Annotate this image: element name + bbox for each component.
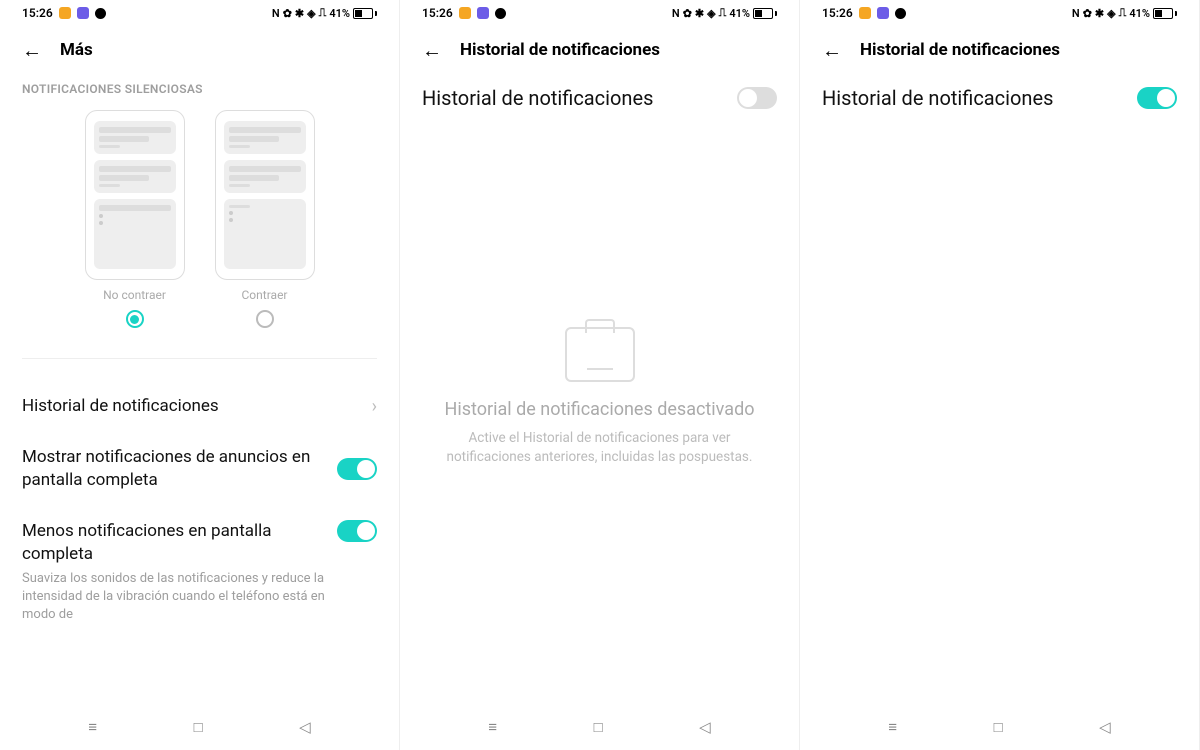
screen-history-off: 15:26 N ✿ ✱ ◈ ⎍ 41% ← Historial de notif… [400, 0, 800, 750]
status-time: 15:26 [22, 6, 53, 20]
inbox-empty-icon [565, 327, 635, 382]
status-bar: 15:26 N ✿ ✱ ◈ ⎍ 41% [822, 0, 1177, 22]
nav-home-button[interactable]: □ [994, 718, 1003, 736]
nav-recent-button[interactable]: ≡ [888, 718, 897, 736]
section-silent-notifications: NOTIFICACIONES SILENCIOSAS [22, 82, 377, 96]
header: ← Historial de notificaciones [422, 22, 777, 72]
row-label: Historial de notificaciones [22, 395, 372, 418]
back-button[interactable]: ← [822, 40, 842, 60]
page-title: Más [60, 40, 93, 60]
wifi-icon: ◈ [1107, 7, 1115, 20]
status-app-icon [895, 8, 906, 19]
nav-recent-button[interactable]: ≡ [88, 718, 97, 736]
status-app-icon [95, 8, 106, 19]
android-navbar: ≡ □ ◁ [400, 710, 799, 744]
row-label: Mostrar notificaciones de anuncios en pa… [22, 446, 337, 492]
screen-more-settings: 15:26 N ✿ ✱ ◈ ⎍ 41% ← Más NOTIFICACIONES… [0, 0, 400, 750]
android-navbar: ≡ □ ◁ [0, 710, 399, 744]
status-app-icon [859, 7, 871, 19]
row-label: Menos notificaciones en pantalla complet… [22, 520, 327, 566]
status-app-icon [459, 7, 471, 19]
divider [22, 358, 377, 359]
nav-back-button[interactable]: ◁ [699, 718, 711, 736]
status-time: 15:26 [822, 6, 853, 20]
option-label: Contraer [242, 288, 288, 302]
android-navbar: ≡ □ ◁ [800, 710, 1199, 744]
chevron-right-icon: › [372, 396, 377, 417]
empty-subtitle: Active el Historial de notificaciones pa… [442, 429, 757, 467]
nfc-icon: N [272, 7, 280, 20]
row-fullscreen-ad-notifications[interactable]: Mostrar notificaciones de anuncios en pa… [22, 432, 377, 506]
toggle-switch[interactable] [337, 458, 377, 480]
page-title: Historial de notificaciones [460, 40, 660, 60]
signal-icon: ⎍ [1119, 6, 1127, 20]
radio-unselected-icon[interactable] [256, 310, 274, 328]
wifi-icon: ◈ [707, 7, 715, 20]
preview-phone-icon [85, 110, 185, 280]
row-less-fullscreen-notifications[interactable]: Menos notificaciones en pantalla complet… [22, 506, 377, 638]
empty-title: Historial de notificaciones desactivado [445, 398, 755, 421]
status-bar: 15:26 N ✿ ✱ ◈ ⎍ 41% [422, 0, 777, 22]
signal-icon: ⎍ [319, 6, 327, 20]
bluetooth-icon: ✱ [695, 7, 704, 20]
nav-back-button[interactable]: ◁ [1099, 718, 1111, 736]
collapse-option-group: No contraer Contraer [22, 110, 377, 328]
status-bar: 15:26 N ✿ ✱ ◈ ⎍ 41% [22, 0, 377, 22]
option-label: No contraer [103, 288, 166, 302]
nav-home-button[interactable]: □ [594, 718, 603, 736]
status-app-icon [495, 8, 506, 19]
empty-state: Historial de notificaciones desactivado … [422, 84, 777, 710]
battery-icon [1153, 8, 1177, 19]
battery-pct: 41% [329, 7, 350, 20]
row-history-toggle[interactable]: Historial de notificaciones [822, 72, 1177, 124]
status-app-icon [877, 7, 889, 19]
page-title: Historial de notificaciones [860, 40, 1060, 60]
empty-content-area [822, 124, 1177, 750]
status-app-icon [59, 7, 71, 19]
toggle-switch[interactable] [337, 520, 377, 542]
battery-pct: 41% [729, 7, 750, 20]
status-app-icon [477, 7, 489, 19]
battery-icon [353, 8, 377, 19]
status-time: 15:26 [422, 6, 453, 20]
screen-history-on: 15:26 N ✿ ✱ ◈ ⎍ 41% ← Historial de notif… [800, 0, 1200, 750]
battery-icon [753, 8, 777, 19]
status-app-icon [77, 7, 89, 19]
bluetooth-icon: ✱ [295, 7, 304, 20]
dnd-icon: ✿ [1083, 7, 1092, 20]
row-notification-history[interactable]: Historial de notificaciones › [22, 381, 377, 432]
back-button[interactable]: ← [422, 40, 442, 60]
radio-selected-icon[interactable] [126, 310, 144, 328]
nav-home-button[interactable]: □ [194, 718, 203, 736]
signal-icon: ⎍ [719, 6, 727, 20]
header: ← Más [22, 22, 377, 72]
row-subtitle: Suaviza los sonidos de las notificacione… [22, 570, 327, 625]
header: ← Historial de notificaciones [822, 22, 1177, 72]
wifi-icon: ◈ [307, 7, 315, 20]
battery-pct: 41% [1129, 7, 1150, 20]
nfc-icon: N [672, 7, 680, 20]
dnd-icon: ✿ [683, 7, 692, 20]
toggle-label: Historial de notificaciones [822, 86, 1053, 110]
bluetooth-icon: ✱ [1095, 7, 1104, 20]
nav-recent-button[interactable]: ≡ [488, 718, 497, 736]
dnd-icon: ✿ [283, 7, 292, 20]
back-button[interactable]: ← [22, 40, 42, 60]
option-no-collapse[interactable]: No contraer [85, 110, 185, 328]
nav-back-button[interactable]: ◁ [299, 718, 311, 736]
toggle-switch[interactable] [1137, 87, 1177, 109]
option-collapse[interactable]: Contraer [215, 110, 315, 328]
nfc-icon: N [1072, 7, 1080, 20]
preview-phone-icon [215, 110, 315, 280]
